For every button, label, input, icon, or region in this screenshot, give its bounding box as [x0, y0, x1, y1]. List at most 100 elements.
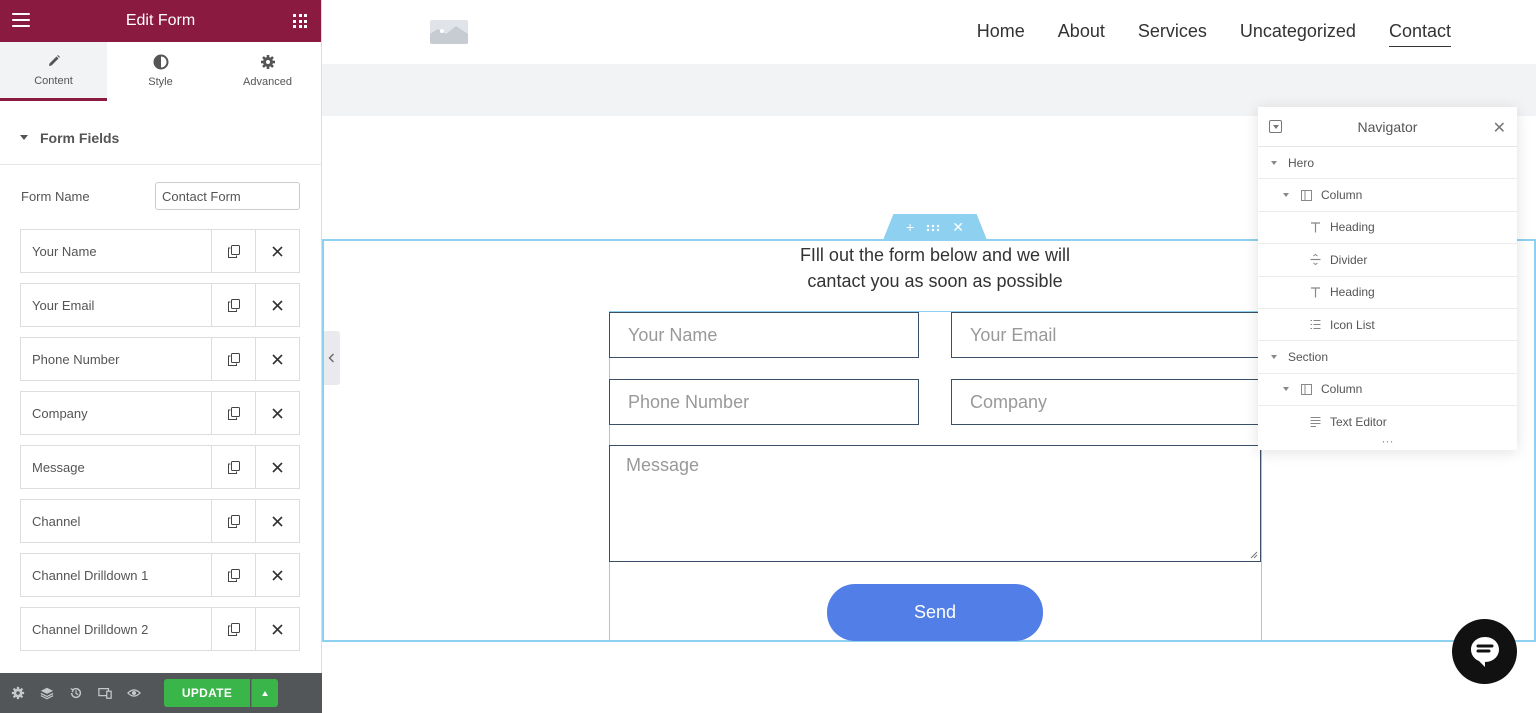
remove-icon[interactable]: [255, 392, 299, 434]
field-item-label: Channel Drilldown 2: [32, 621, 149, 637]
close-icon[interactable]: ✕: [1493, 118, 1506, 138]
navigator-item-heading[interactable]: Heading: [1258, 212, 1517, 245]
navigator-item-icon-list[interactable]: Icon List: [1258, 309, 1517, 342]
field-item[interactable]: Message: [20, 445, 300, 489]
site-logo-placeholder[interactable]: [430, 20, 468, 44]
chat-widget-button[interactable]: [1452, 619, 1517, 684]
email-input[interactable]: Your Email: [951, 312, 1261, 358]
editor-screen: Edit Form Content Style Advanced Form Fi…: [0, 0, 1536, 713]
caret-down-icon[interactable]: [1271, 160, 1277, 165]
navigator-item-label: Icon List: [1330, 317, 1375, 332]
field-item-label: Channel: [32, 513, 81, 529]
navigator-resize-handle[interactable]: ···: [1258, 435, 1517, 450]
remove-icon[interactable]: [255, 338, 299, 380]
field-item[interactable]: Your Email: [20, 283, 300, 327]
form-fields-list: Your Name Your Email Phone Number Compan…: [20, 229, 300, 661]
form-name-label: Form Name: [21, 188, 90, 204]
company-input[interactable]: Company: [951, 379, 1261, 425]
caret-down-icon[interactable]: [1271, 355, 1277, 360]
caret-down-icon[interactable]: [1283, 387, 1289, 392]
form-name-input[interactable]: [155, 182, 300, 210]
remove-icon[interactable]: [255, 284, 299, 326]
navigator-item-column[interactable]: Column: [1258, 179, 1517, 212]
remove-icon[interactable]: [255, 446, 299, 488]
navigator-item-section[interactable]: Section: [1258, 341, 1517, 374]
resize-handle-icon[interactable]: [1250, 551, 1258, 559]
section-title: Form Fields: [40, 129, 120, 146]
name-input[interactable]: Your Name: [609, 312, 919, 358]
menu-icon[interactable]: [12, 13, 30, 27]
panel-title: Edit Form: [125, 12, 196, 29]
form-fields-section-toggle[interactable]: Form Fields: [0, 111, 321, 165]
nav-link-contact[interactable]: Contact: [1388, 21, 1451, 47]
message-textarea[interactable]: Message: [609, 445, 1261, 562]
field-item-label: Your Name: [32, 243, 97, 259]
nav-link-home[interactable]: Home: [977, 21, 1025, 44]
duplicate-icon[interactable]: [211, 284, 255, 326]
editor-panel: Edit Form Content Style Advanced Form Fi…: [0, 0, 322, 713]
site-nav: Home About Services Uncategorized Contac…: [977, 0, 1451, 64]
field-item-label: Message: [32, 459, 85, 475]
duplicate-icon[interactable]: [211, 338, 255, 380]
panel-tabs: Content Style Advanced: [0, 42, 321, 101]
update-button[interactable]: UPDATE: [164, 679, 250, 707]
heading-icon: [1309, 221, 1321, 233]
field-item-label: Channel Drilldown 1: [32, 567, 149, 583]
field-item[interactable]: Phone Number: [20, 337, 300, 381]
drag-handle-icon[interactable]: [926, 219, 940, 235]
remove-icon[interactable]: [255, 230, 299, 272]
remove-icon[interactable]: [255, 500, 299, 542]
duplicate-icon[interactable]: [211, 230, 255, 272]
duplicate-icon[interactable]: [211, 392, 255, 434]
layers-icon[interactable]: [37, 683, 57, 703]
field-item[interactable]: Your Name: [20, 229, 300, 273]
settings-gear-icon[interactable]: [8, 683, 28, 703]
collapse-all-icon[interactable]: [1269, 120, 1282, 133]
pencil-icon: [48, 55, 60, 66]
delete-section-icon[interactable]: ✕: [952, 219, 964, 236]
nav-link-about[interactable]: About: [1058, 21, 1105, 44]
navigator-item-label: Section: [1288, 350, 1329, 365]
nav-link-uncategorized[interactable]: Uncategorized: [1240, 21, 1356, 44]
field-item[interactable]: Channel: [20, 499, 300, 543]
navigator-item-label: Hero: [1288, 155, 1315, 170]
form-intro-text: FIll out the form below and we will cant…: [722, 242, 1148, 294]
remove-icon[interactable]: [255, 608, 299, 650]
tab-advanced[interactable]: Advanced: [214, 42, 321, 101]
tab-style[interactable]: Style: [107, 42, 214, 101]
duplicate-icon[interactable]: [211, 500, 255, 542]
navigator-item-label: Heading: [1330, 285, 1375, 300]
field-item-label: Phone Number: [32, 351, 120, 367]
navigator-item-hero[interactable]: Hero: [1258, 147, 1517, 180]
send-button[interactable]: Send: [827, 584, 1043, 641]
phone-input[interactable]: Phone Number: [609, 379, 919, 425]
widgets-grid-icon[interactable]: [293, 14, 307, 28]
field-item[interactable]: Channel Drilldown 1: [20, 553, 300, 597]
tab-content[interactable]: Content: [0, 42, 107, 101]
caret-down-icon[interactable]: [1283, 193, 1289, 198]
navigator-item-heading-2[interactable]: Heading: [1258, 277, 1517, 309]
heading-icon: [1309, 286, 1321, 298]
navigator-item-label: Column: [1321, 382, 1363, 397]
nav-link-services[interactable]: Services: [1138, 21, 1207, 44]
preview-eye-icon[interactable]: [124, 683, 144, 703]
update-options-caret-icon[interactable]: [251, 679, 278, 707]
panel-footer: UPDATE: [0, 673, 322, 713]
navigator-item-divider[interactable]: Divider: [1258, 244, 1517, 277]
field-item-label: Company: [32, 405, 88, 421]
responsive-mode-icon[interactable]: [95, 683, 115, 703]
navigator-item-label: Heading: [1330, 220, 1375, 235]
add-section-icon[interactable]: +: [906, 219, 914, 235]
field-item[interactable]: Company: [20, 391, 300, 435]
duplicate-icon[interactable]: [211, 554, 255, 596]
column-icon: [1300, 383, 1312, 395]
field-item[interactable]: Channel Drilldown 2: [20, 607, 300, 651]
remove-icon[interactable]: [255, 554, 299, 596]
history-icon[interactable]: [66, 683, 86, 703]
duplicate-icon[interactable]: [211, 446, 255, 488]
navigator-item-column-2[interactable]: Column: [1258, 374, 1517, 407]
navigator-header: Navigator ✕: [1258, 107, 1517, 147]
form-name-control: Form Name: [0, 165, 321, 227]
intro-line-1: FIll out the form below and we will: [799, 245, 1071, 265]
duplicate-icon[interactable]: [211, 608, 255, 650]
